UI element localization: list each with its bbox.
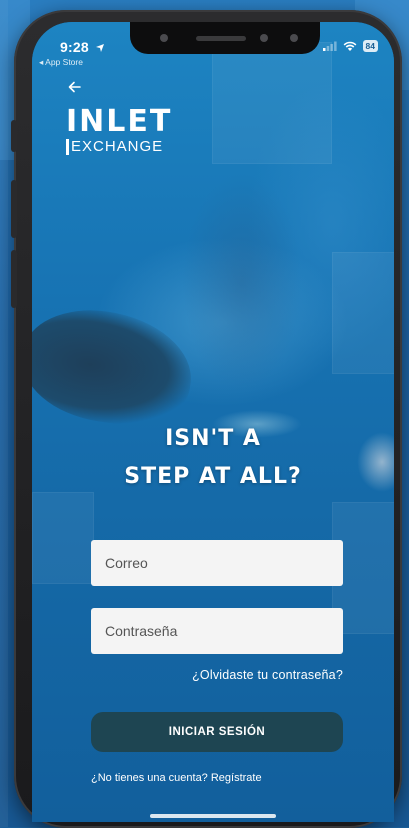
logo-sub-text: EXCHANGE (66, 139, 172, 155)
login-button[interactable]: INICIAR SESIÓN (91, 712, 343, 752)
headline-line-1: ISN'T A (165, 426, 261, 451)
signup-link[interactable]: ¿No tienes una cuenta? Regístrate (91, 772, 262, 784)
battery-level: 84 (365, 41, 375, 51)
status-icons: 84 (322, 40, 378, 52)
battery-icon: 84 (362, 40, 378, 52)
headline: ISN'T A STEP AT ALL? (32, 420, 394, 496)
speaker-grille (196, 36, 246, 41)
background-tile (32, 492, 94, 584)
app-screen: 9:28 ◂ App Store 84 INLET EXCHANGE ISN'T… (32, 22, 394, 822)
diver-silhouette (182, 172, 302, 392)
headline-line-2: STEP AT ALL? (124, 464, 302, 489)
back-to-app-store[interactable]: ◂ App Store (39, 57, 83, 68)
logo-main-text: INLET (66, 104, 173, 139)
email-input[interactable] (91, 540, 343, 586)
volume-down-button (11, 250, 17, 308)
sensor-dot (260, 34, 268, 42)
background-tile (332, 252, 394, 374)
back-to-app-store-label: ◂ App Store (39, 57, 83, 67)
home-indicator (150, 814, 276, 818)
volume-up-button (11, 180, 17, 238)
camera-notch (130, 22, 320, 54)
front-camera (290, 34, 298, 42)
forgot-password-link[interactable]: ¿Olvidaste tu contraseña? (192, 668, 343, 682)
time-label: 9:28 (60, 39, 89, 55)
sensor-dot (160, 34, 168, 42)
mute-switch (11, 120, 17, 152)
back-arrow-icon[interactable] (66, 78, 84, 96)
location-arrow-icon (95, 44, 104, 52)
wifi-icon (343, 41, 356, 51)
status-time: 9:28 (60, 39, 105, 55)
inlet-exchange-logo: INLET EXCHANGE (66, 107, 172, 155)
password-input[interactable] (91, 608, 343, 654)
signal-icon (322, 41, 337, 51)
background-tile (212, 42, 332, 164)
